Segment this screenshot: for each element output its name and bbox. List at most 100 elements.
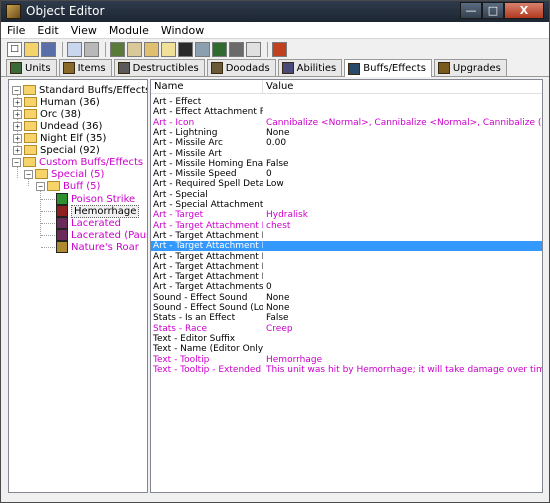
field-value[interactable] xyxy=(263,344,542,354)
menu-edit[interactable]: Edit xyxy=(31,22,64,38)
map-info-button[interactable] xyxy=(246,41,261,57)
field-value[interactable] xyxy=(263,107,542,117)
menu-file[interactable]: File xyxy=(1,22,31,38)
field-value[interactable]: Low xyxy=(263,179,542,189)
tree-item-standard-root[interactable]: − Standard Buffs/Effects (237) xyxy=(12,84,147,96)
tree-item-orc[interactable]: + Orc (38) xyxy=(13,108,81,120)
field-value[interactable] xyxy=(263,272,542,282)
tree-item-human[interactable]: + Human (36) xyxy=(13,96,100,108)
trigger-editor-button[interactable] xyxy=(127,41,142,57)
field-value[interactable]: chest xyxy=(263,221,542,231)
table-row[interactable]: Text - Tooltip Hemorrhage xyxy=(151,355,542,365)
tab-units[interactable]: Units xyxy=(6,59,57,76)
table-row[interactable]: Art - Special xyxy=(151,190,542,200)
field-value[interactable] xyxy=(263,190,542,200)
table-row[interactable]: Art - Effect xyxy=(151,97,542,107)
tree-item-night-elf[interactable]: + Night Elf (35) xyxy=(13,132,106,144)
table-row[interactable]: Sound - Effect Sound (Loopi...None xyxy=(151,303,542,313)
collapse-icon[interactable]: − xyxy=(24,169,33,179)
field-value[interactable]: False xyxy=(263,159,542,169)
table-row[interactable]: Art - Target Attachments 0 xyxy=(151,282,542,292)
tab-doodads[interactable]: Doodads xyxy=(206,59,276,76)
tab-destructibles[interactable]: Destructibles xyxy=(113,59,205,76)
field-value[interactable] xyxy=(263,262,542,272)
tree-item-lacerated[interactable]: Lacerated xyxy=(56,217,121,229)
field-value[interactable] xyxy=(263,149,542,159)
object-tree[interactable]: − Standard Buffs/Effects (237) + Human (… xyxy=(8,79,148,493)
field-value[interactable]: Creep xyxy=(263,324,542,334)
table-row[interactable]: Text - Name (Editor Only) xyxy=(151,344,542,354)
test-map-button[interactable] xyxy=(272,41,287,57)
save-button[interactable] xyxy=(41,41,56,57)
field-value[interactable] xyxy=(263,334,542,344)
table-row[interactable]: Art - Target Hydralisk xyxy=(151,210,542,220)
table-row[interactable]: Text - Tooltip - Extended This unit was h… xyxy=(151,365,542,375)
table-row[interactable]: Text - Editor Suffix xyxy=(151,334,542,344)
field-value[interactable] xyxy=(263,200,542,210)
tree-item-natures-roar[interactable]: Nature's Roar xyxy=(56,241,139,253)
table-row[interactable]: Art - Missile Art xyxy=(151,149,542,159)
field-value[interactable]: None xyxy=(263,293,542,303)
tree-item-custom-special[interactable]: − Special (5) xyxy=(24,168,104,180)
table-row[interactable]: Art - Lightning None xyxy=(151,128,542,138)
table-row[interactable]: Art - Target Attachment Poin... xyxy=(151,241,542,252)
collapse-icon[interactable]: − xyxy=(12,157,21,167)
field-value[interactable]: None xyxy=(263,303,542,313)
tab-abilities[interactable]: Abilities xyxy=(277,59,343,76)
table-row[interactable]: Stats - Race Creep xyxy=(151,324,542,334)
import-manager-button[interactable] xyxy=(212,41,227,57)
maximize-button[interactable]: □ xyxy=(482,2,504,19)
ai-editor-button[interactable] xyxy=(195,41,210,57)
column-header-value[interactable]: Value xyxy=(263,80,542,94)
terrain-editor-button[interactable] xyxy=(110,41,125,57)
paste-button[interactable] xyxy=(84,41,99,57)
tree-item-custom-buff[interactable]: − Buff (5) xyxy=(36,180,100,192)
sound-editor-button[interactable] xyxy=(144,41,159,57)
close-button[interactable]: X xyxy=(504,2,544,19)
field-value[interactable]: 0 xyxy=(263,169,542,179)
collapse-icon[interactable]: − xyxy=(12,85,21,95)
field-value[interactable] xyxy=(263,241,542,251)
tree-item-special[interactable]: + Special (92) xyxy=(13,144,100,156)
field-value[interactable]: False xyxy=(263,313,542,323)
tree-item-custom-root[interactable]: − Custom Buffs/Effects (5) xyxy=(12,156,147,168)
menu-module[interactable]: Module xyxy=(103,22,155,38)
table-row[interactable]: Art - Missile Homing EnabledFalse xyxy=(151,159,542,169)
object-manager-button[interactable] xyxy=(229,41,244,57)
field-value[interactable]: 0 xyxy=(263,282,542,292)
table-row[interactable]: Stats - Is an Effect False xyxy=(151,313,542,323)
field-value[interactable]: None xyxy=(263,128,542,138)
collapse-icon[interactable]: − xyxy=(36,181,45,191)
table-row[interactable]: Art - Target Attachment Poin... xyxy=(151,252,542,262)
tree-item-poison-strike[interactable]: Poison Strike xyxy=(56,193,135,205)
tree-item-lacerated-pause[interactable]: Lacerated (Pause) xyxy=(56,229,147,241)
new-button[interactable]: □ xyxy=(7,41,22,57)
expand-icon[interactable]: + xyxy=(13,109,22,119)
table-row[interactable]: Art - Missile Speed 0 xyxy=(151,169,542,179)
menu-view[interactable]: View xyxy=(65,22,103,38)
field-value[interactable]: This unit was hit by Hemorrhage; it will… xyxy=(263,365,542,375)
tree-item-undead[interactable]: + Undead (36) xyxy=(13,120,102,132)
table-row[interactable]: Art - Target Attachment Poin...chest xyxy=(151,221,542,231)
field-value[interactable]: Hemorrhage xyxy=(263,355,542,365)
column-header-name[interactable]: Name xyxy=(151,80,263,94)
expand-icon[interactable]: + xyxy=(13,145,22,155)
copy-button[interactable] xyxy=(67,41,82,57)
field-value[interactable] xyxy=(263,97,542,107)
minimize-button[interactable]: — xyxy=(460,2,482,19)
table-row[interactable]: Art - Missile Arc 0.00 xyxy=(151,138,542,148)
table-row[interactable]: Art - Special Attachment Point xyxy=(151,200,542,210)
field-value[interactable]: 0.00 xyxy=(263,138,542,148)
menu-window[interactable]: Window xyxy=(155,22,210,38)
expand-icon[interactable]: + xyxy=(13,97,22,107)
expand-icon[interactable]: + xyxy=(13,133,22,143)
field-value[interactable] xyxy=(263,252,542,262)
expand-icon[interactable]: + xyxy=(13,121,22,131)
table-row[interactable]: Sound - Effect Sound None xyxy=(151,293,542,303)
field-value[interactable] xyxy=(263,231,542,241)
table-row[interactable]: Art - Target Attachment Poin... xyxy=(151,231,542,241)
tab-upgrades[interactable]: Upgrades xyxy=(433,59,507,76)
tree-item-hemorrhage[interactable]: Hemorrhage xyxy=(56,204,140,218)
table-row[interactable]: Art - Effect Attachment Point xyxy=(151,107,542,117)
table-row[interactable]: Art - Icon Cannibalize <Normal>, Cannibal… xyxy=(151,118,542,128)
